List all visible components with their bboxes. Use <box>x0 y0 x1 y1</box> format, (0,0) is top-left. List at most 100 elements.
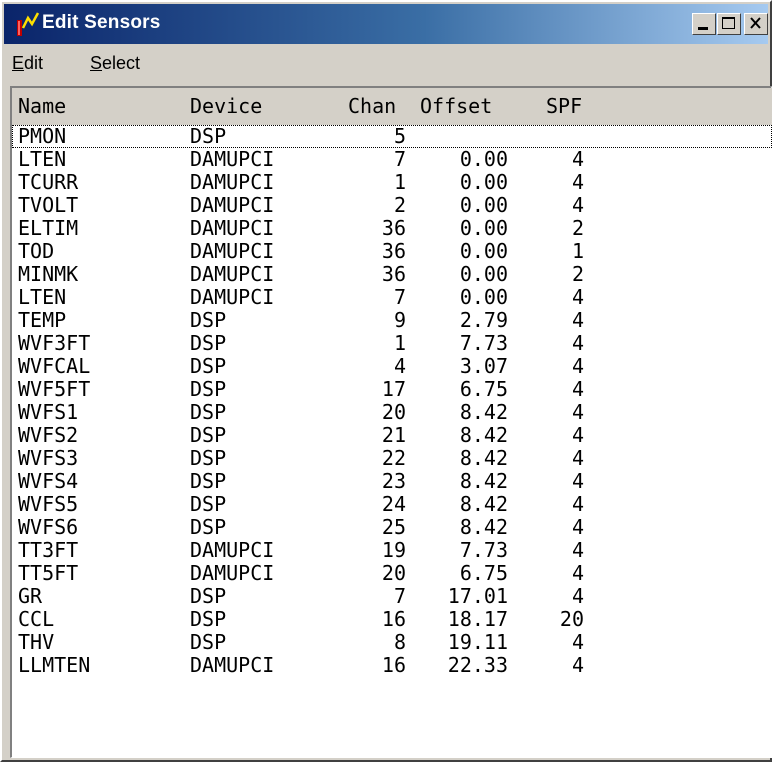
sensor-chan: 1 <box>393 331 406 355</box>
sensor-offset: 0.00 <box>459 285 508 309</box>
sensor-chan: 1 <box>393 170 406 194</box>
table-row[interactable]: WVFS1 DSP 20 8.42 4 <box>12 401 772 424</box>
table-row[interactable]: WVF3FT DSP 1 7.73 4 <box>12 332 772 355</box>
table-row[interactable]: WVFS6 DSP 25 8.42 4 <box>12 516 772 539</box>
sensor-chan: 8 <box>393 630 406 654</box>
maximize-button[interactable] <box>717 13 741 35</box>
table-row[interactable]: GR DSP 7 17.01 4 <box>12 585 772 608</box>
sensor-offset: 8.42 <box>459 446 508 470</box>
sensor-device: DAMUPCI <box>190 239 275 263</box>
sensor-offset: 7.73 <box>459 538 508 562</box>
sensor-offset: 8.42 <box>459 492 508 516</box>
table-row[interactable]: WVFS5 DSP 24 8.42 4 <box>12 493 772 516</box>
sensor-device: DAMUPCI <box>190 538 275 562</box>
sensor-chan: 22 <box>381 446 406 470</box>
table-row[interactable]: WVFCAL DSP 4 3.07 4 <box>12 355 772 378</box>
sensor-spf: 4 <box>571 331 584 355</box>
table-row[interactable]: WVF5FT DSP 17 6.75 4 <box>12 378 772 401</box>
table-row[interactable]: TT5FT DAMUPCI 20 6.75 4 <box>12 562 772 585</box>
sensor-offset: 0.00 <box>459 147 508 171</box>
sensor-device: DAMUPCI <box>190 216 275 240</box>
sensor-name: WVFS4 <box>18 469 79 493</box>
sensor-chan: 19 <box>381 538 406 562</box>
app-icon[interactable] <box>14 10 40 38</box>
sensor-spf: 4 <box>571 400 584 424</box>
sensor-spf: 4 <box>571 515 584 539</box>
sensor-offset: 3.07 <box>459 354 508 378</box>
maximize-icon <box>722 17 735 29</box>
column-header-offset[interactable]: Offset <box>420 94 492 118</box>
sensor-device: DAMUPCI <box>190 285 275 309</box>
sensor-chan: 7 <box>393 285 406 309</box>
table-row[interactable]: TEMP DSP 9 2.79 4 <box>12 309 772 332</box>
sensor-device: DSP <box>190 400 227 424</box>
menu-edit-rest: dit <box>24 53 44 73</box>
table-row[interactable]: PMON DSP 5 <box>12 125 772 148</box>
sensor-device: DSP <box>190 584 227 608</box>
table-row[interactable]: CCL DSP 16 18.17 20 <box>12 608 772 631</box>
sensor-device: DSP <box>190 446 227 470</box>
sensor-name: TCURR <box>18 170 79 194</box>
sensor-offset: 0.00 <box>459 170 508 194</box>
sensor-device: DAMUPCI <box>190 653 275 677</box>
table-row[interactable]: WVFS2 DSP 21 8.42 4 <box>12 424 772 447</box>
table-row[interactable]: LLMTEN DAMUPCI 16 22.33 4 <box>12 654 772 677</box>
table-row[interactable]: LTEN DAMUPCI 7 0.00 4 <box>12 286 772 309</box>
table-row[interactable]: THV DSP 8 19.11 4 <box>12 631 772 654</box>
sensor-spf: 2 <box>571 216 584 240</box>
sensor-chan: 36 <box>381 216 406 240</box>
table-row[interactable]: TVOLT DAMUPCI 2 0.00 4 <box>12 194 772 217</box>
sensor-name: LTEN <box>18 285 67 309</box>
sensor-spf: 4 <box>571 492 584 516</box>
sensor-name: LTEN <box>18 147 67 171</box>
table-row[interactable]: LTEN DAMUPCI 7 0.00 4 <box>12 148 772 171</box>
table-row[interactable]: ELTIM DAMUPCI 36 0.00 2 <box>12 217 772 240</box>
sensor-device: DSP <box>190 607 227 631</box>
sensor-spf: 4 <box>571 630 584 654</box>
minimize-icon <box>698 27 708 30</box>
sensor-name: WVF3FT <box>18 331 91 355</box>
sensor-chan: 20 <box>381 561 406 585</box>
sensor-name: ELTIM <box>18 216 79 240</box>
sensor-name: PMON <box>18 124 67 148</box>
column-header-spf[interactable]: SPF <box>546 94 582 118</box>
sensor-offset: 2.79 <box>459 308 508 332</box>
title-bar[interactable]: Edit Sensors <box>4 4 768 44</box>
close-button[interactable] <box>744 13 768 35</box>
table-row[interactable]: WVFS3 DSP 22 8.42 4 <box>12 447 772 470</box>
sensor-spf: 2 <box>571 262 584 286</box>
sensor-name: WVFS6 <box>18 515 79 539</box>
sensor-device: DSP <box>190 354 227 378</box>
sensor-name: MINMK <box>18 262 79 286</box>
menu-select[interactable]: Select <box>90 53 140 74</box>
sensor-spf: 4 <box>571 377 584 401</box>
column-header-chan[interactable]: Chan <box>348 94 396 118</box>
sensor-chan: 25 <box>381 515 406 539</box>
sensor-spf: 4 <box>571 653 584 677</box>
sensor-name: TT5FT <box>18 561 79 585</box>
column-header-device[interactable]: Device <box>190 94 262 118</box>
sensor-device: DAMUPCI <box>190 561 275 585</box>
sensor-offset: 0.00 <box>459 239 508 263</box>
sensor-name: WVF5FT <box>18 377 91 401</box>
sensor-name: WVFCAL <box>18 354 91 378</box>
table-row[interactable]: WVFS4 DSP 23 8.42 4 <box>12 470 772 493</box>
sensor-name: CCL <box>18 607 55 631</box>
minimize-button[interactable] <box>692 13 716 35</box>
table-row[interactable]: TOD DAMUPCI 36 0.00 1 <box>12 240 772 263</box>
sensor-list[interactable]: Name Device Chan Offset SPF PMON DSP 5 LTEN… <box>10 86 772 758</box>
sensor-offset: 8.42 <box>459 515 508 539</box>
table-row[interactable]: MINMK DAMUPCI 36 0.00 2 <box>12 263 772 286</box>
sensor-offset: 22.33 <box>447 653 508 677</box>
sensor-device: DSP <box>190 308 227 332</box>
table-row[interactable]: TCURR DAMUPCI 1 0.00 4 <box>12 171 772 194</box>
menu-edit[interactable]: Edit <box>12 53 43 74</box>
column-header-name[interactable]: Name <box>18 94 66 118</box>
sensor-chan: 16 <box>381 653 406 677</box>
table-row[interactable]: TT3FT DAMUPCI 19 7.73 4 <box>12 539 772 562</box>
close-icon <box>750 17 761 29</box>
sensor-chan: 7 <box>393 147 406 171</box>
sensor-offset: 0.00 <box>459 193 508 217</box>
sensor-name: WVFS5 <box>18 492 79 516</box>
sensor-name: LLMTEN <box>18 653 91 677</box>
